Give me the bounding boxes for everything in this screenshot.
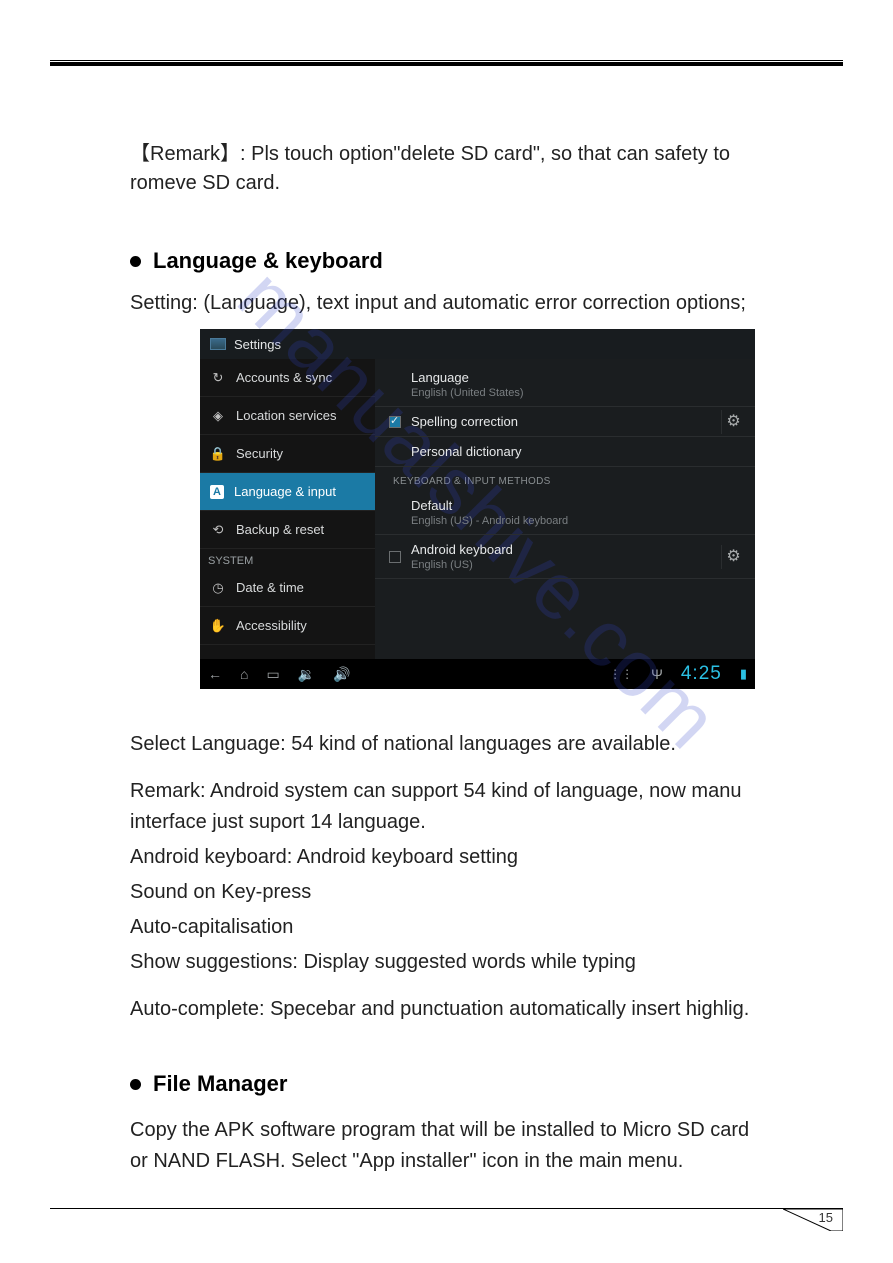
section-intro: Setting: (Language), text input and auto… (130, 292, 770, 315)
lock-icon: 🔒 (210, 446, 226, 462)
sidebar-item-label: Date & time (236, 580, 304, 595)
sidebar-item-label: Accounts & sync (236, 370, 332, 385)
text-line: Show suggestions: Display suggested word… (130, 947, 770, 978)
backup-icon: ⟲ (210, 522, 226, 538)
android-settings-screenshot: manualshive.com Settings ↻ Accounts & sy… (200, 329, 755, 689)
text-line: Android keyboard: Android keyboard setti… (130, 842, 770, 873)
sidebar-item-label: Security (236, 446, 283, 461)
row-title: Default (411, 498, 737, 513)
usb-icon: Ψ (651, 666, 663, 682)
debug-icon: ⋮⋮ (609, 667, 633, 681)
checkbox-icon[interactable] (389, 416, 401, 428)
row-android-kb[interactable]: Android keyboard English (US) ⚙ (375, 535, 755, 579)
page-corner-decoration (783, 1209, 843, 1231)
sidebar-item-label: Language & input (234, 484, 336, 499)
section-heading-filemgr: File Manager (130, 1071, 770, 1097)
sidebar-item-label: Accessibility (236, 618, 307, 633)
sidebar-item-accounts[interactable]: ↻ Accounts & sync (200, 359, 375, 397)
settings-header: Settings (200, 329, 755, 359)
text-line: Select Language: 54 kind of national lan… (130, 729, 770, 760)
recent-icon[interactable]: ▭ (266, 666, 279, 683)
page-number: 15 (819, 1210, 833, 1225)
sliders-icon[interactable]: ⚙ (721, 545, 745, 569)
row-spelling[interactable]: Spelling correction ⚙ (375, 407, 755, 437)
battery-icon: ▮ (740, 666, 747, 682)
sliders-icon[interactable]: ⚙ (721, 410, 745, 434)
vol-up-icon[interactable]: 🔊 (333, 666, 350, 683)
bullet-icon (130, 256, 141, 267)
row-default[interactable]: Default English (US) - Android keyboard (375, 491, 755, 535)
row-title: Personal dictionary (411, 444, 737, 459)
sidebar-item-accessibility[interactable]: ✋ Accessibility (200, 607, 375, 645)
settings-title: Settings (234, 337, 281, 352)
row-title: Android keyboard (411, 542, 737, 557)
text-line: Remark: Android system can support 54 ki… (130, 776, 770, 838)
page-content: 【Remark】: Pls touch option"delete SD car… (130, 140, 770, 1191)
sidebar-item-label: Location services (236, 408, 336, 423)
sync-icon: ↻ (210, 370, 226, 386)
sidebar-item-datetime[interactable]: ◷ Date & time (200, 569, 375, 607)
bullet-icon (130, 1079, 141, 1090)
row-dictionary[interactable]: Personal dictionary (375, 437, 755, 467)
back-icon[interactable]: ← (208, 666, 222, 682)
language-icon: A (210, 485, 224, 499)
checkbox-icon[interactable] (389, 551, 401, 563)
location-icon: ◈ (210, 408, 226, 424)
row-subtitle: English (US) (411, 559, 737, 571)
vol-down-icon[interactable]: 🔉 (298, 666, 315, 683)
row-subtitle: English (United States) (411, 387, 737, 399)
sidebar-category: SYSTEM (200, 549, 375, 569)
settings-app-icon (210, 338, 226, 350)
pane-category: KEYBOARD & INPUT METHODS (375, 467, 755, 491)
section-heading-language: Language & keyboard (130, 248, 770, 274)
sidebar-item-backup[interactable]: ⟲ Backup & reset (200, 511, 375, 549)
body-text: Select Language: 54 kind of national lan… (130, 729, 770, 1025)
text-line: Auto-capitalisation (130, 912, 770, 943)
text-line: Sound on Key-press (130, 877, 770, 908)
clock-icon: ◷ (210, 580, 226, 596)
footer-rule (50, 1208, 843, 1209)
sidebar-item-location[interactable]: ◈ Location services (200, 397, 375, 435)
hand-icon: ✋ (210, 618, 226, 634)
sidebar-item-security[interactable]: 🔒 Security (200, 435, 375, 473)
home-icon[interactable]: ⌂ (240, 666, 248, 682)
android-navbar: ← ⌂ ▭ 🔉 🔊 ⋮⋮ Ψ 4:25 ▮ (200, 659, 755, 689)
status-clock: 4:25 (681, 663, 722, 685)
settings-sidebar: ↻ Accounts & sync ◈ Location services 🔒 … (200, 359, 375, 659)
section-text: Copy the APK software program that will … (130, 1115, 770, 1177)
row-title: Spelling correction (411, 414, 737, 429)
header-rule (50, 60, 843, 66)
remark-text: 【Remark】: Pls touch option"delete SD car… (130, 140, 770, 198)
settings-main-pane: Language English (United States) Spellin… (375, 359, 755, 659)
text-line: Auto-complete: Specebar and punctuation … (130, 994, 770, 1025)
row-language[interactable]: Language English (United States) (375, 363, 755, 407)
section-title: File Manager (153, 1071, 287, 1097)
row-title: Language (411, 370, 737, 385)
section-title: Language & keyboard (153, 248, 383, 274)
row-subtitle: English (US) - Android keyboard (411, 515, 737, 527)
sidebar-item-language[interactable]: A Language & input (200, 473, 375, 511)
sidebar-item-label: Backup & reset (236, 522, 324, 537)
